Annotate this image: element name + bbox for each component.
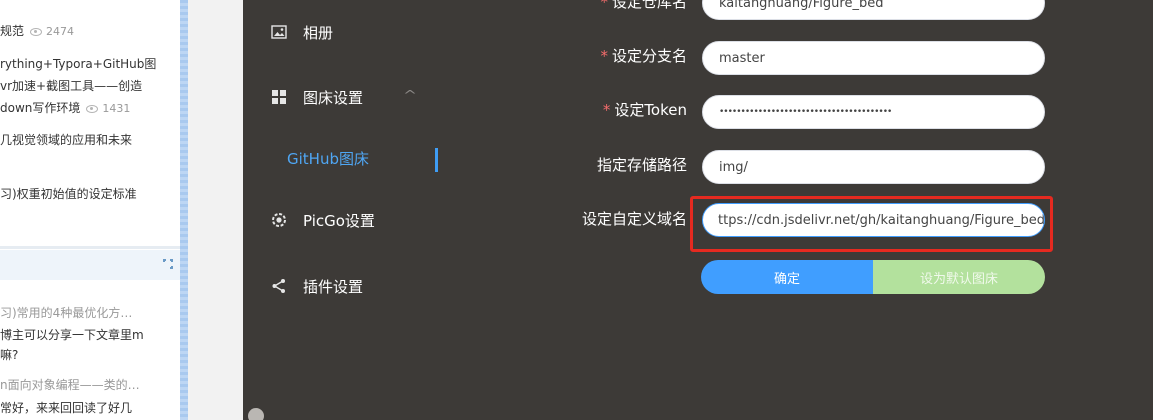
- token-label: * 设定Token: [602, 101, 687, 119]
- blog-panel: 规范 2474 rything+Typora+GitHub图 vr加速+截图工具—…: [0, 0, 180, 420]
- article-item[interactable]: 几视觉领域的应用和未来: [0, 130, 132, 150]
- sidebar-item-label: 相册: [303, 23, 334, 42]
- token-input[interactable]: ••••••••••••••••••••••••••••••••••••••••: [702, 95, 1045, 129]
- article-title[interactable]: vr加速+截图工具——创造: [0, 79, 142, 93]
- scrollbar[interactable]: [180, 0, 188, 420]
- repo-label: * 设定仓库名: [600, 0, 687, 11]
- article-title[interactable]: 规范: [0, 24, 24, 38]
- share-icon: [270, 277, 288, 295]
- path-input[interactable]: img/: [702, 150, 1045, 184]
- sidebar-item-label: 图床设置: [303, 88, 364, 107]
- view-count: 2474: [46, 25, 75, 38]
- comment-text: 嘛?: [0, 348, 19, 362]
- comment-text: 博主可以分享一下文章里m: [0, 328, 144, 342]
- repo-input[interactable]: kaitanghuang/Figure_bed: [702, 0, 1045, 20]
- expand-icon[interactable]: [162, 258, 174, 270]
- branch-input[interactable]: master: [702, 41, 1045, 75]
- sidebar-item-label: PicGo设置: [303, 211, 375, 230]
- article-title[interactable]: down写作环境: [0, 101, 80, 115]
- article-title[interactable]: rything+Typora+GitHub图: [0, 57, 156, 71]
- eye-icon: [30, 27, 43, 36]
- set-default-button[interactable]: 设为默认图床: [873, 260, 1045, 294]
- picgo-window: 相册 图床设置 ^ GitHub图床 PicGo设置 插件设置 * 设定仓库名 k…: [243, 0, 1153, 420]
- grid-icon: [270, 88, 288, 106]
- confirm-button[interactable]: 确定: [701, 260, 873, 294]
- highlight-box: [690, 196, 1053, 252]
- path-label: 指定存储路径: [596, 156, 687, 174]
- article-item[interactable]: 习)权重初始值的设定标准: [0, 184, 137, 204]
- comment-title[interactable]: 习)常用的4种最优化方…: [0, 303, 132, 323]
- sidebar-item-label: 插件设置: [303, 277, 364, 296]
- article-item[interactable]: 规范 2474: [0, 21, 74, 42]
- view-count: 1431: [102, 102, 131, 115]
- article-title[interactable]: 习)权重初始值的设定标准: [0, 187, 137, 201]
- eye-icon: [86, 104, 99, 113]
- article-item-line[interactable]: vr加速+截图工具——创造: [0, 76, 142, 96]
- domain-label: 设定自定义域名: [581, 210, 687, 228]
- sidebar-subitem-github[interactable]: GitHub图床: [287, 148, 369, 169]
- page-gap: [188, 0, 243, 420]
- article-item-line[interactable]: down写作环境 1431: [0, 98, 130, 119]
- info-icon[interactable]: [248, 408, 264, 420]
- article-item[interactable]: rything+Typora+GitHub图: [0, 54, 156, 74]
- comments-header: [0, 250, 180, 280]
- comment-text: 常好，来来回回读了好几: [0, 401, 133, 415]
- image-icon: [270, 23, 288, 41]
- article-title[interactable]: 几视觉领域的应用和未来: [0, 133, 132, 147]
- gear-icon: [270, 211, 288, 229]
- chevron-up-icon[interactable]: ^: [403, 88, 417, 102]
- comment-title[interactable]: n面向对象编程——类的…: [0, 375, 140, 395]
- branch-label: * 设定分支名: [600, 47, 687, 65]
- divider: [0, 246, 180, 249]
- active-indicator: [435, 148, 438, 172]
